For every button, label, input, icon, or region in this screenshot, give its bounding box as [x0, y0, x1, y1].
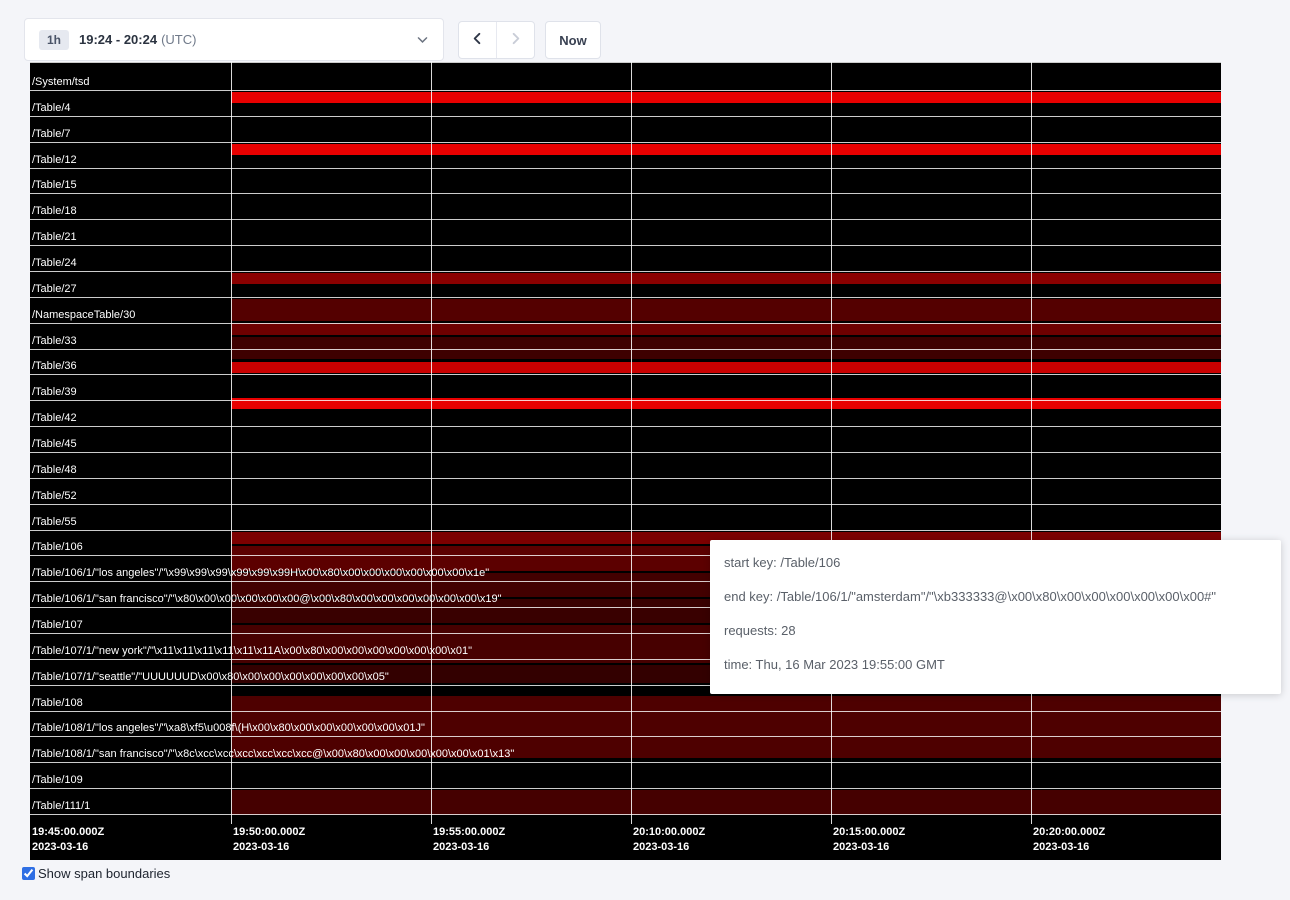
heat-band	[231, 790, 1221, 815]
next-range-button[interactable]	[496, 22, 534, 58]
row-label: /Table/108/1/"los angeles"/"\xa8\xf5\u00…	[32, 722, 425, 735]
span-boundary-line	[30, 736, 1221, 737]
span-boundary-line	[30, 711, 1221, 712]
prev-range-button[interactable]	[459, 22, 496, 58]
tooltip-time: time: Thu, 16 Mar 2023 19:55:00 GMT	[724, 655, 1267, 675]
heat-band	[231, 299, 1221, 321]
span-boundary-line	[30, 374, 1221, 375]
chevron-left-icon	[470, 31, 485, 49]
heat-band	[231, 337, 1221, 359]
time-axis-label: 19:55:00.000Z2023-03-16	[433, 825, 505, 855]
row-label: /Table/18	[32, 205, 77, 218]
row-label: /Table/27	[32, 283, 77, 296]
span-boundary-line	[30, 349, 1221, 350]
span-boundary-line	[30, 90, 1221, 91]
row-label: /Table/12	[32, 154, 77, 167]
row-label: /Table/55	[32, 516, 77, 529]
span-boundary-line	[30, 116, 1221, 117]
range-duration-badge: 1h	[39, 30, 69, 50]
show-span-boundaries-label: Show span boundaries	[38, 866, 170, 881]
span-boundary-line	[30, 530, 1221, 531]
time-axis-label: 20:15:00.000Z2023-03-16	[833, 825, 905, 855]
span-boundary-line	[30, 762, 1221, 763]
span-boundary-line	[30, 452, 1221, 453]
chevron-right-icon	[508, 31, 523, 49]
row-label: /Table/24	[32, 257, 77, 270]
row-label: /Table/107	[32, 619, 83, 632]
span-boundary-line	[30, 297, 1221, 298]
span-boundary-line	[30, 504, 1221, 505]
heat-band	[231, 92, 1221, 103]
grid-line	[831, 62, 832, 824]
tooltip-end-key: end key: /Table/106/1/"amsterdam"/"\xb33…	[724, 587, 1267, 607]
span-boundary-line	[30, 168, 1221, 169]
row-label: /System/tsd	[32, 76, 89, 89]
span-boundary-line	[30, 219, 1221, 220]
row-label: /Table/4	[32, 102, 71, 115]
row-label: /Table/108	[32, 697, 83, 710]
tooltip-start-key: start key: /Table/106	[724, 553, 1267, 573]
show-span-boundaries-control[interactable]: Show span boundaries	[22, 866, 170, 881]
row-label: /Table/42	[32, 412, 77, 425]
span-boundary-line	[30, 62, 1221, 63]
span-boundary-line	[30, 323, 1221, 324]
row-label: /Table/33	[32, 335, 77, 348]
row-label: /Table/45	[32, 438, 77, 451]
row-label: /Table/107/1/"seattle"/"UUUUUUD\x00\x80\…	[32, 671, 389, 684]
heat-band	[231, 323, 1221, 335]
row-label: /Table/39	[32, 386, 77, 399]
show-span-boundaries-checkbox[interactable]	[22, 867, 35, 880]
span-boundary-line	[30, 271, 1221, 272]
range-step-buttons	[458, 21, 535, 59]
row-label: /Table/107/1/"new york"/"\x11\x11\x11\x1…	[32, 645, 472, 658]
chevron-down-icon	[416, 33, 429, 46]
span-boundary-line	[30, 788, 1221, 789]
span-boundary-line	[30, 193, 1221, 194]
heat-band	[231, 362, 1221, 373]
row-label: /Table/52	[32, 490, 77, 503]
row-label: /Table/108/1/"san francisco"/"\x8c\xcc\x…	[32, 748, 514, 761]
row-label: /Table/106	[32, 541, 83, 554]
key-visualizer-canvas[interactable]: 19:45:00.000Z2023-03-16 19:50:00.000Z2023…	[30, 62, 1221, 860]
row-label: /Table/111/1	[32, 800, 90, 813]
heat-band	[231, 273, 1221, 284]
grid-line	[231, 62, 232, 824]
grid-line	[431, 62, 432, 824]
row-label: /Table/36	[32, 360, 77, 373]
grid-line	[1031, 62, 1032, 824]
row-label: /Table/48	[32, 464, 77, 477]
row-label: /Table/109	[32, 774, 83, 787]
tooltip-requests: requests: 28	[724, 621, 1267, 641]
range-timezone: (UTC)	[161, 32, 196, 47]
row-label: /Table/7	[32, 128, 71, 141]
now-button[interactable]: Now	[545, 21, 601, 59]
row-label: /Table/15	[32, 179, 77, 192]
heat-band	[231, 144, 1221, 155]
span-boundary-line	[30, 400, 1221, 401]
row-label: /Table/21	[32, 231, 77, 244]
keyvis-tooltip: start key: /Table/106 end key: /Table/10…	[710, 540, 1281, 694]
grid-line	[631, 62, 632, 824]
row-label: /NamespaceTable/30	[32, 309, 135, 322]
time-range-selector[interactable]: 1h 19:24 - 20:24 (UTC)	[24, 18, 444, 61]
range-text: 19:24 - 20:24	[79, 32, 157, 47]
span-boundary-line	[30, 142, 1221, 143]
row-label: /Table/106/1/"san francisco"/"\x80\x00\x…	[32, 593, 502, 606]
time-axis-label: 19:50:00.000Z2023-03-16	[233, 825, 305, 855]
span-boundary-line	[30, 814, 1221, 815]
time-axis-label: 20:20:00.000Z2023-03-16	[1033, 825, 1105, 855]
span-boundary-line	[30, 478, 1221, 479]
span-boundary-line	[30, 245, 1221, 246]
time-axis-label: 20:10:00.000Z2023-03-16	[633, 825, 705, 855]
time-axis-label: 19:45:00.000Z2023-03-16	[32, 825, 104, 855]
span-boundary-line	[30, 426, 1221, 427]
row-label: /Table/106/1/"los angeles"/"\x99\x99\x99…	[32, 567, 489, 580]
